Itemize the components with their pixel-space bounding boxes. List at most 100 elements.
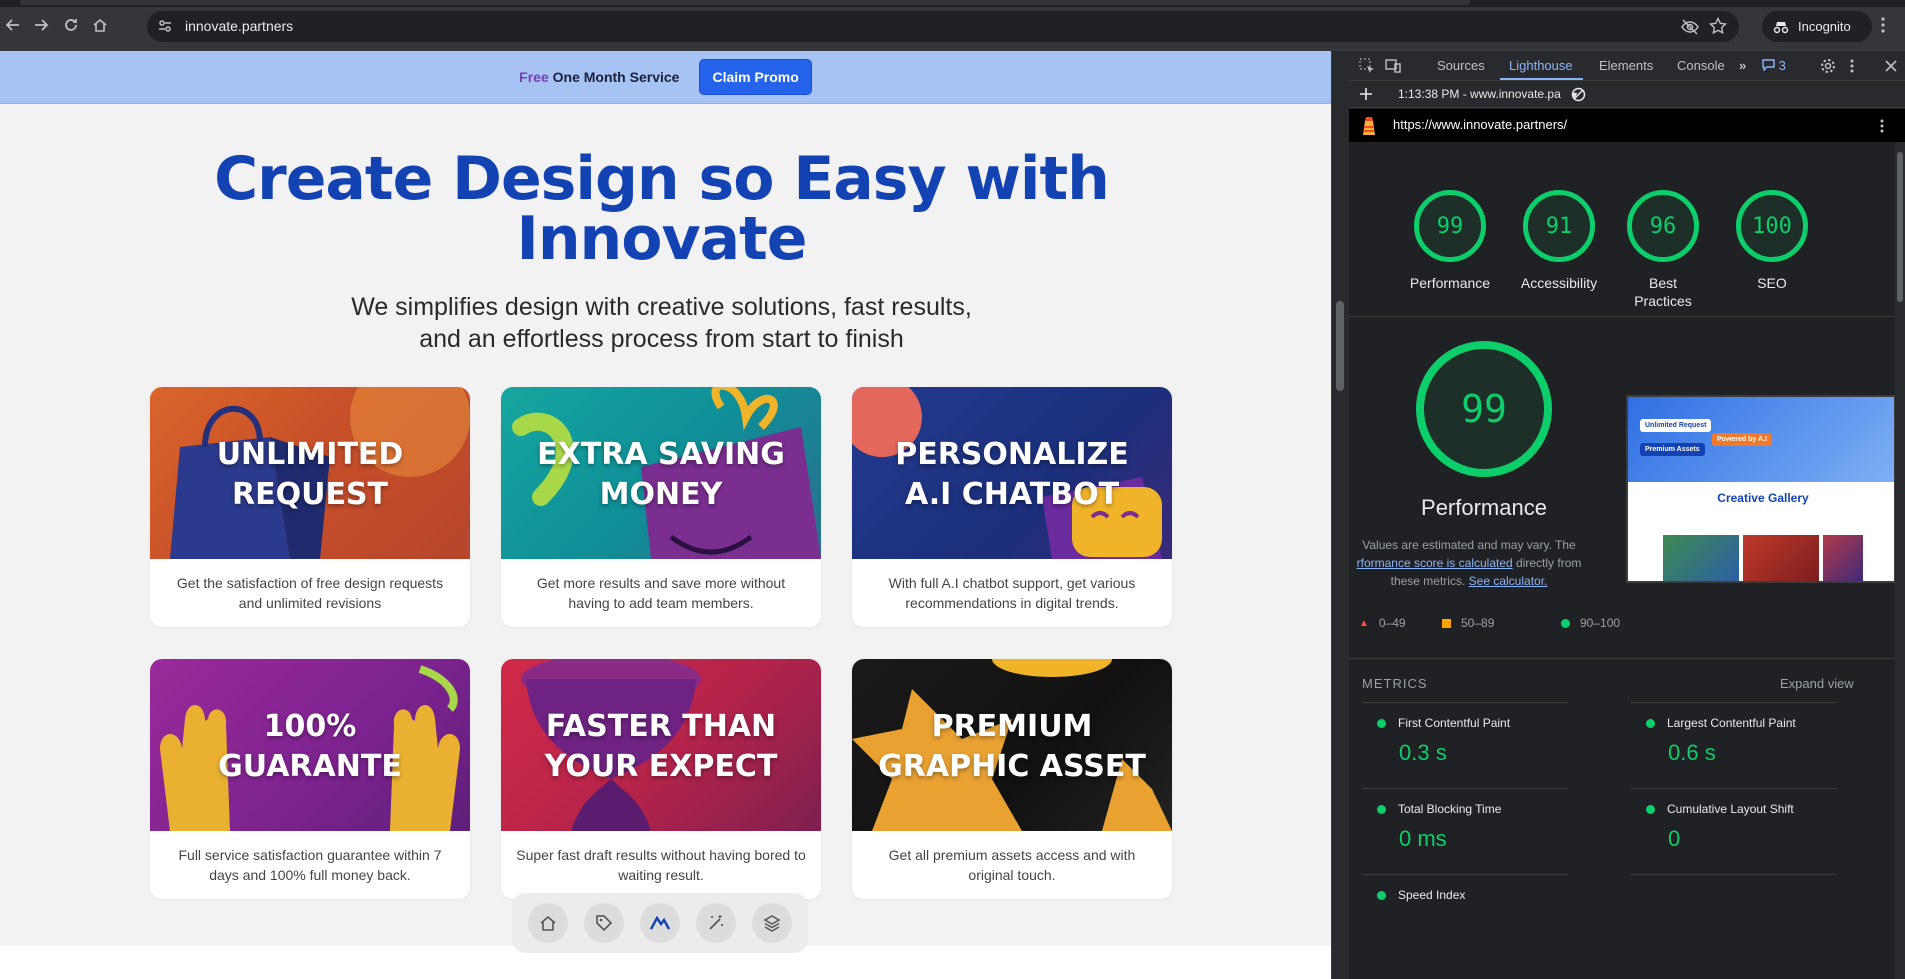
promo-rest-label: One Month Service [552, 69, 680, 85]
metric-value: 0 ms [1399, 826, 1447, 851]
clear-icon[interactable] [1571, 87, 1586, 102]
feature-card-personalize-ai-chatbot[interactable]: PERSONALIZE A.I CHATBOT With full A.I cha… [852, 387, 1172, 627]
forward-button[interactable] [30, 14, 52, 36]
dock-layers-button[interactable] [752, 903, 792, 943]
close-icon[interactable] [1884, 59, 1898, 73]
card-title-line2: A.I CHATBOT [904, 477, 1120, 512]
card-title: UNLIMITED REQUEST [150, 435, 470, 515]
card-image: FASTER THAN YOUR EXPECT [501, 659, 821, 831]
promo-free-label: Free [519, 69, 549, 85]
tab-console[interactable]: Console [1677, 58, 1725, 73]
card-description: Super fast draft results without having … [516, 847, 806, 883]
dock-brand-button[interactable] [640, 903, 680, 943]
card-title-line1: PREMIUM [931, 709, 1093, 744]
more-tabs-icon[interactable]: » [1739, 58, 1746, 73]
browser-menu-icon[interactable] [1880, 16, 1886, 34]
score-gauge-performance[interactable]: 99 Performance [1407, 190, 1493, 292]
report-url[interactable]: https://www.innovate.partners/ [1393, 117, 1567, 132]
final-screenshot-thumbnail[interactable]: Unlimited Request Powered by A.I Premium… [1626, 395, 1896, 583]
score-value: 96 [1627, 190, 1699, 262]
metric-name: Largest Contentful Paint [1667, 716, 1796, 730]
legend-average-label: 50–89 [1461, 616, 1495, 630]
card-title-line1: UNLIMITED [216, 437, 404, 472]
score-gauge-seo[interactable]: 100 SEO [1729, 190, 1815, 292]
devtools-menu-icon[interactable] [1849, 58, 1855, 74]
claim-promo-button[interactable]: Claim Promo [699, 59, 812, 95]
home-button[interactable] [89, 14, 111, 36]
legend-fail-label: 0–49 [1378, 616, 1406, 630]
divider [1362, 788, 1568, 789]
scrollbar-thumb[interactable] [1336, 301, 1344, 391]
card-title: PERSONALIZE A.I CHATBOT [852, 435, 1172, 515]
card-description: Full service satisfaction guarantee with… [178, 847, 442, 883]
dock-tag-button[interactable] [584, 903, 624, 943]
card-description: Get more results and save more without h… [536, 575, 786, 611]
home-icon [540, 915, 556, 931]
score-gauge-accessibility[interactable]: 91 Accessibility [1507, 190, 1611, 292]
lighthouse-report: 99 Performance 91 Accessibility 96 Best … [1349, 142, 1905, 979]
card-title: FASTER THAN YOUR EXPECT [501, 707, 821, 787]
website-viewport: Free One Month Service Claim Promo Creat… [0, 51, 1331, 979]
dock-magic-button[interactable] [696, 903, 736, 943]
reload-button[interactable] [60, 14, 82, 36]
address-bar[interactable]: innovate.partners [147, 11, 1739, 42]
browser-toolbar: innovate.partners Incognito [0, 0, 1905, 51]
divider [1362, 702, 1568, 703]
card-title-line1: FASTER THAN [545, 709, 777, 744]
report-scrollbar[interactable] [1895, 142, 1905, 979]
thumbnail-tag: Unlimited Request [1640, 419, 1712, 432]
card-description: Get the satisfaction of free design requ… [176, 575, 444, 611]
star-icon[interactable] [1709, 17, 1727, 35]
device-toolbar-icon[interactable] [1385, 58, 1401, 74]
settings-gear-icon[interactable] [1820, 58, 1836, 74]
devtools-tab-bar: Sources Lighthouse Elements Console » 3 [1349, 51, 1905, 81]
card-title: 100% GUARANTE [150, 707, 470, 787]
fail-triangle-icon: ▲ [1359, 617, 1369, 629]
scrollbar-thumb[interactable] [1897, 152, 1903, 302]
inspect-element-icon[interactable] [1359, 58, 1375, 74]
incognito-indicator[interactable]: Incognito [1762, 11, 1872, 42]
hero-subtitle-line1: We simplifies design with creative solut… [351, 293, 972, 321]
feature-card-extra-saving-money[interactable]: EXTRA SAVING MONEY Get more results and s… [501, 387, 821, 627]
score-calculated-link[interactable]: rformance score is calculated [1357, 556, 1513, 570]
feature-card-unlimited-request[interactable]: UNLIMITED REQUEST Get the satisfaction of… [150, 387, 470, 627]
tab-lighthouse[interactable]: Lighthouse [1509, 58, 1573, 73]
report-menu-icon[interactable] [1879, 118, 1885, 134]
reload-icon [65, 19, 77, 31]
metric-value: 0 [1668, 826, 1681, 851]
feature-card-faster-than-your-expect[interactable]: FASTER THAN YOUR EXPECT Super fast draft … [501, 659, 821, 899]
card-title-line2: GUARANTE [218, 749, 402, 784]
back-button[interactable] [2, 14, 24, 36]
thumbnail-tag: Premium Assets [1640, 443, 1705, 456]
metric-largest-contentful-paint: Largest Contentful Paint 0.6 s [1646, 716, 1886, 766]
pass-circle-icon [1646, 718, 1655, 728]
devtools-resize-handle[interactable] [1331, 51, 1349, 979]
address-url[interactable]: innovate.partners [185, 18, 293, 34]
eye-off-icon[interactable] [1681, 18, 1699, 36]
thumbnail-image [1663, 535, 1739, 581]
tab-sources[interactable]: Sources [1437, 58, 1485, 73]
arrow-left-icon [5, 19, 19, 31]
plus-icon[interactable] [1359, 87, 1373, 101]
expand-view-toggle[interactable]: Expand view [1780, 676, 1854, 691]
pass-circle-icon [1377, 804, 1386, 814]
floating-dock [512, 893, 808, 953]
score-gauge-best-practices[interactable]: 96 Best Practices [1626, 190, 1700, 310]
tab-elements[interactable]: Elements [1599, 58, 1653, 73]
site-info-icon[interactable] [157, 18, 173, 34]
message-icon [1762, 59, 1775, 72]
incognito-icon [1773, 21, 1789, 33]
feature-card-premium-graphic-asset[interactable]: PREMIUM GRAPHIC ASSET Get all premium ass… [852, 659, 1172, 899]
hero-title-line1: Create Design so Easy with [214, 144, 1110, 214]
report-selector[interactable]: 1:13:38 PM - www.innovate.pa ▼ [1398, 87, 1579, 101]
issues-counter[interactable]: 3 [1762, 58, 1786, 73]
score-label: Accessibility [1520, 275, 1598, 291]
hero-subtitle-line2: and an effortless process from start to … [419, 325, 904, 353]
devtools-panel: Sources Lighthouse Elements Console » 3 … [1349, 51, 1905, 979]
hero-title-line2: Innovate [516, 204, 808, 274]
see-calculator-link[interactable]: See calculator. [1469, 574, 1548, 588]
feature-card-100-guarante[interactable]: 100% GUARANTE Full service satisfaction g… [150, 659, 470, 899]
divider [1631, 874, 1837, 875]
legend-pass-label: 90–100 [1580, 616, 1621, 630]
dock-home-button[interactable] [528, 903, 568, 943]
